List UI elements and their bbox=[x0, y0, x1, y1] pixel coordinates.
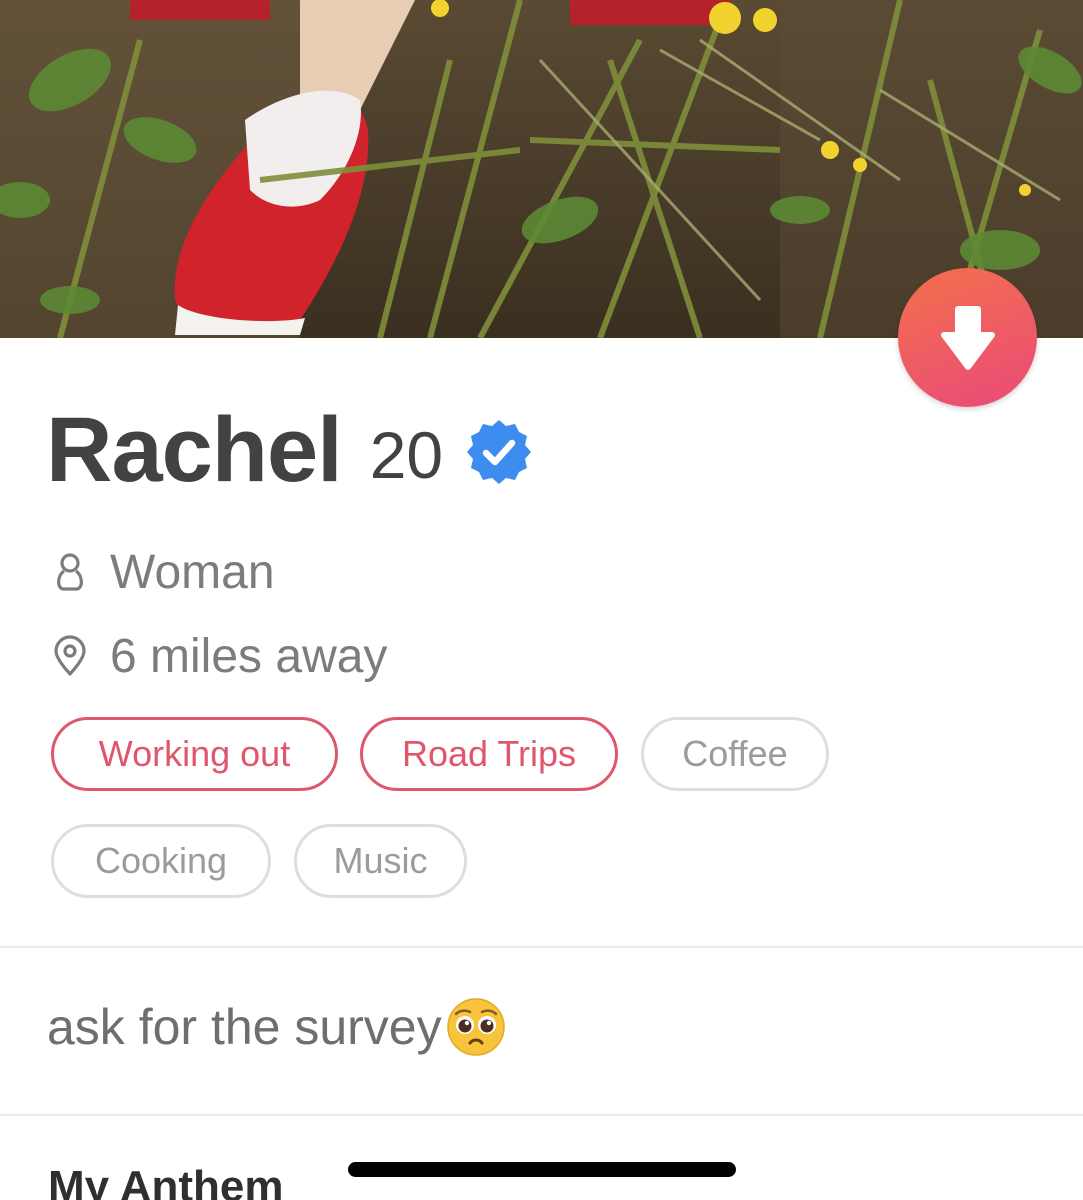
interest-chip-music[interactable]: Music bbox=[294, 824, 467, 898]
interest-chip-working-out[interactable]: Working out bbox=[51, 717, 338, 791]
section-divider bbox=[0, 946, 1083, 948]
profile-header: Rachel 20 bbox=[46, 395, 533, 505]
home-indicator[interactable] bbox=[348, 1162, 736, 1177]
bio-text: ask for the survey bbox=[47, 999, 442, 1055]
anthem-section-title: My Anthem bbox=[48, 1162, 284, 1200]
interest-chip-road-trips[interactable]: Road Trips bbox=[360, 717, 618, 791]
distance-text: 6 miles away bbox=[110, 629, 388, 683]
section-divider bbox=[0, 1114, 1083, 1116]
collapse-profile-button[interactable] bbox=[898, 268, 1037, 407]
pleading-face-emoji bbox=[446, 998, 505, 1056]
distance-row: 6 miles away bbox=[50, 626, 387, 686]
location-pin-icon bbox=[50, 634, 90, 678]
profile-screen: Rachel 20 Woman 6 miles away Working out… bbox=[0, 0, 1083, 1200]
gender-text: Woman bbox=[110, 545, 275, 599]
interest-chip-coffee[interactable]: Coffee bbox=[641, 717, 829, 791]
profile-bio: ask for the survey bbox=[47, 990, 506, 1064]
profile-name: Rachel bbox=[46, 398, 343, 501]
profile-age: 20 bbox=[369, 418, 444, 492]
verified-badge-icon[interactable] bbox=[465, 418, 533, 486]
interest-chip-cooking[interactable]: Cooking bbox=[51, 824, 271, 898]
person-icon bbox=[50, 550, 90, 594]
arrow-down-icon bbox=[940, 305, 995, 370]
gender-row: Woman bbox=[50, 542, 275, 602]
